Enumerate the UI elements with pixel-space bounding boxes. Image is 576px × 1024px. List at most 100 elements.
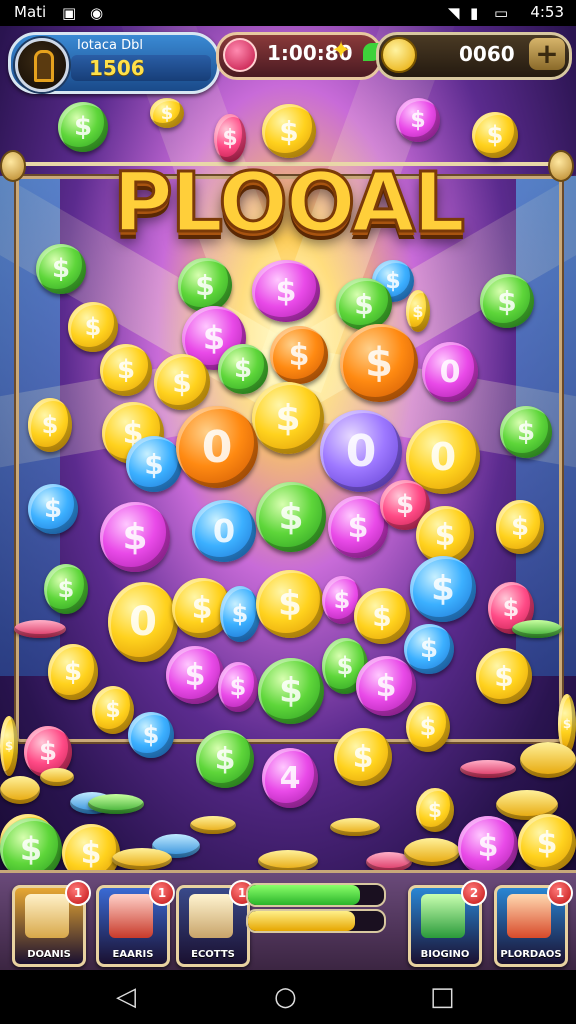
coin: $	[68, 302, 118, 352]
coin: 0	[320, 410, 402, 492]
hammer-icon	[109, 894, 153, 938]
coin: $	[354, 588, 410, 644]
gems-counter[interactable]: 1:00:80 ✦	[216, 32, 382, 80]
coin: $	[28, 398, 72, 452]
flat-coin	[520, 742, 576, 778]
tool-label-2: EAARIS	[112, 949, 154, 960]
flat-coin	[40, 768, 74, 786]
coin: $	[256, 570, 324, 638]
coin: 0	[192, 500, 256, 562]
battery-icon: ▭	[494, 4, 509, 22]
keyhole-door-icon	[15, 38, 69, 92]
coin: $	[214, 114, 246, 162]
coin: $	[340, 324, 418, 402]
status-time: 4:53	[530, 3, 564, 21]
red-gem-icon	[223, 38, 257, 72]
coin: $	[0, 716, 18, 776]
coin: $	[458, 816, 518, 870]
coin: $	[252, 260, 320, 322]
notification-badge: 1	[65, 880, 91, 906]
coin: $	[100, 502, 170, 572]
sparkle-icon: ✦	[331, 36, 352, 64]
coin: $	[328, 496, 388, 558]
tool-button-5[interactable]: PLORDAOS 1	[494, 880, 573, 967]
flat-coin	[512, 620, 562, 638]
coin: $	[48, 644, 98, 700]
coin: $	[518, 814, 576, 870]
tool-button-4[interactable]: BIOGINO 2	[408, 880, 487, 967]
flat-coin	[0, 776, 40, 804]
coin: $	[472, 112, 518, 158]
coin: $	[196, 730, 254, 788]
coin: $	[36, 244, 86, 294]
level-label: Iotaca Dbl	[77, 38, 143, 53]
signal-alert-icon: ▣	[62, 4, 77, 22]
status-bar: Mati ▣ ◉ ◥ ▮ ▭ 4:53	[0, 0, 576, 26]
tool-button-2[interactable]: EAARIS 1	[96, 880, 175, 967]
status-left-text: Mati	[14, 3, 47, 21]
progress-bar-green	[246, 883, 386, 907]
coin: $	[496, 500, 544, 554]
coin: $	[28, 484, 78, 534]
coin: $	[336, 278, 392, 330]
coin: $	[128, 712, 174, 758]
flat-coin	[404, 838, 460, 866]
coins-value: 0060	[459, 42, 515, 66]
coin: $	[218, 344, 268, 394]
flat-coin	[190, 816, 236, 834]
coin: $	[270, 326, 328, 384]
flat-coin	[460, 760, 516, 778]
cash-icon	[421, 894, 465, 938]
tool-label-4: BIOGINO	[420, 949, 470, 960]
system-navigation-bar: ◁ ○ □	[0, 970, 576, 1024]
notification-badge: 1	[149, 880, 175, 906]
coin: $	[256, 482, 326, 552]
tool-label-1: DOANIS	[27, 949, 71, 960]
coin: 0	[422, 342, 478, 402]
coin: $	[262, 104, 316, 158]
tool-button-3[interactable]: ECOTTS 1	[176, 880, 255, 967]
coin: $	[356, 656, 416, 716]
coins-counter[interactable]: 0060 +	[376, 32, 572, 80]
coin: $	[258, 658, 324, 724]
signal-icon: ▮	[470, 4, 479, 22]
progress-bar-yellow	[246, 909, 386, 933]
game-board[interactable]: $ $ $ $ $ $ $ $ $ $ $ $ $ $ $ $ $ $ $ $ …	[0, 26, 576, 870]
coin: $	[62, 824, 120, 870]
wifi-icon: ◥	[448, 4, 460, 22]
tool-button-1[interactable]: DOANIS 1	[12, 880, 91, 967]
progress-fill-yellow	[248, 911, 356, 931]
coin: $	[252, 382, 324, 454]
coin: $	[126, 436, 182, 492]
square-recent-icon[interactable]: □	[430, 982, 455, 1012]
level-panel[interactable]: Iotaca Dbl 1506	[8, 32, 220, 94]
flat-coin	[258, 850, 318, 870]
triangle-back-icon[interactable]: ◁	[116, 982, 136, 1012]
coin: $	[0, 818, 62, 870]
rocket-icon	[507, 894, 551, 938]
coin: $	[92, 686, 134, 734]
progress-fill-green	[248, 885, 360, 905]
circle-home-icon[interactable]: ○	[274, 982, 297, 1012]
add-coins-button[interactable]: +	[529, 38, 565, 70]
coin: $	[218, 662, 258, 712]
gold-coin-icon	[381, 37, 417, 73]
coin: $	[334, 728, 392, 786]
notification-badge: 1	[547, 880, 573, 906]
coin: $	[220, 586, 260, 642]
flat-coin	[14, 620, 66, 638]
coin: $	[410, 556, 476, 622]
coin: $	[100, 344, 152, 396]
coin: $	[150, 98, 184, 128]
flat-coin	[330, 818, 380, 836]
level-value: 1506	[89, 56, 145, 80]
flat-coin	[88, 794, 144, 814]
coin: $	[406, 290, 430, 332]
coin: $	[480, 274, 534, 328]
gold-bar-icon	[189, 894, 233, 938]
coin: 4	[262, 748, 318, 808]
coin: $	[404, 624, 454, 674]
coin: $	[396, 98, 440, 142]
game-title: PLOOAL	[111, 155, 466, 253]
coin: $	[166, 646, 224, 704]
